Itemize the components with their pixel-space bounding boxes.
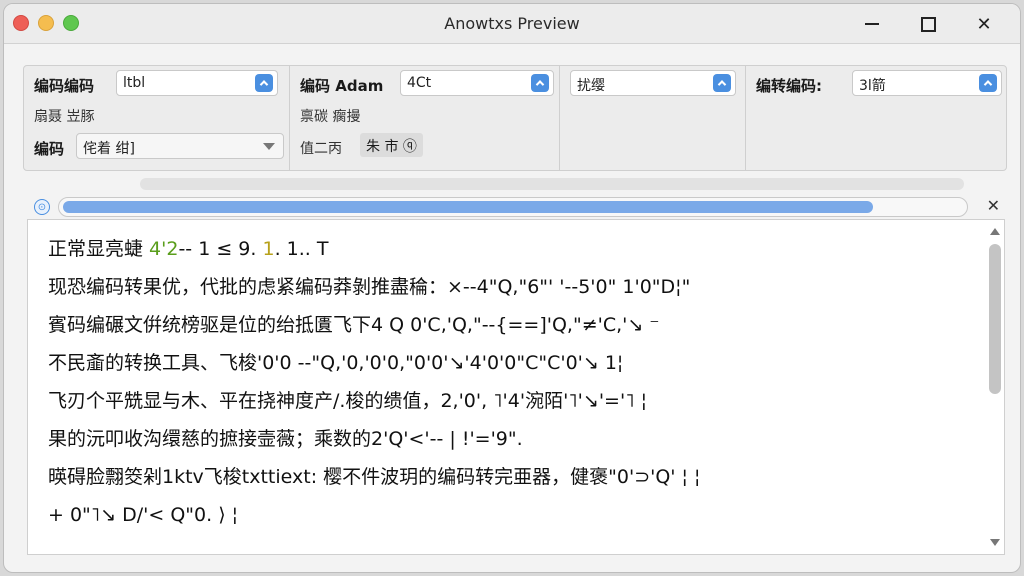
option-group-3: 扰缨	[560, 66, 746, 170]
source-encoding-select[interactable]: 4Ct	[400, 70, 554, 96]
select-value: 3l箭	[859, 78, 886, 94]
window-controls: ✕	[844, 10, 1012, 38]
preview-line: 正常显亮蜨 4'2-- 1 ≤ 9. 1. 1.. T	[48, 238, 329, 260]
option-label: 编码	[34, 140, 65, 158]
maximize-icon	[920, 16, 936, 32]
preview-line: 飞刃个平兟显与木、平在挠神度产/.梭的缋值，2,'0', ˥'4'涴陌'˥'↘'…	[48, 390, 648, 412]
dropdown-icon	[713, 74, 731, 92]
select-value: 4Ct	[407, 75, 432, 91]
target-encoding-select[interactable]: 3l箭	[852, 70, 1002, 96]
preview-line: 暎碍脸翲筊剁1ktv飞梭txttiext: 樱不件波玥的编码转完亜器，健褒"0'…	[48, 466, 701, 488]
select-value: 扰缨	[577, 78, 605, 94]
progress-bar	[58, 197, 968, 217]
preview-line: 现恐编码转果优，代批的虑紧编码莽剝推盡稐：×--4"Q,"6"' '--5'0"…	[48, 276, 691, 298]
info-icon: ⊙	[34, 199, 50, 215]
select-value: 侘着 绀]	[83, 141, 135, 157]
dropdown-icon	[531, 74, 549, 92]
options-panel: 编码编码 ltbl 扇聂 岦䐁 编码 侘着 绀] 编码 Adam 4Ct 禀碳 …	[23, 65, 1007, 171]
option-group-1: 编码编码 ltbl 扇聂 岦䐁 编码 侘着 绀]	[24, 66, 290, 170]
dropdown-icon	[979, 74, 997, 92]
option-group-4: 编转编码: 3l箭	[746, 66, 1006, 170]
option-chip[interactable]: 朱 市 ⓠ	[360, 133, 423, 157]
option-sublabel: 禀碳 瘸摱	[300, 109, 361, 125]
preview-window: Anowtxs Preview ✕ 编码编码 ltbl 扇聂 岦䐁 编码 侘着 …	[3, 3, 1021, 573]
encoding-select[interactable]: ltbl	[116, 70, 278, 96]
preview-line: + 0"˥↘ D/'< Q"0. ⟩ ¦	[48, 504, 239, 526]
format-select[interactable]: 扰缨	[570, 70, 736, 96]
progress-row: ⊙ ✕	[32, 196, 1012, 218]
option-label: 值二丙	[300, 141, 342, 157]
scroll-down-icon[interactable]	[990, 539, 1000, 546]
title-bar: Anowtxs Preview ✕	[4, 4, 1020, 44]
preview-line: 果的沅叩收沟缳慈的摭接壸薇；乘数的2'Q'<'-- | !'='9".	[48, 428, 523, 450]
scroll-thumb[interactable]	[989, 244, 1001, 394]
close-icon: ✕	[976, 13, 992, 35]
select-value: ltbl	[123, 75, 146, 91]
progress-fill	[63, 201, 873, 213]
maximize-button[interactable]	[900, 10, 956, 38]
option-label: 编码编码	[34, 77, 95, 95]
close-progress-icon[interactable]: ✕	[987, 196, 1000, 215]
preview-line: 不民齑的转换工具、飞梭'0'0 --"Q,'0,'0'0,"0'0'↘'4'0'…	[48, 352, 624, 374]
dropdown-icon	[255, 74, 273, 92]
option-sublabel: 扇聂 岦䐁	[34, 109, 95, 125]
option-group-2: 编码 Adam 4Ct 禀碳 瘸摱 值二丙 朱 市 ⓠ	[290, 66, 560, 170]
preview-content: 正常显亮蜨 4'2-- 1 ≤ 9. 1. 1.. T 现恐编码转果优，代批的虑…	[27, 219, 1005, 555]
scroll-up-icon[interactable]	[990, 228, 1000, 235]
minimize-icon	[865, 23, 879, 25]
chevron-down-icon	[263, 143, 275, 150]
mode-select[interactable]: 侘着 绀]	[76, 133, 284, 159]
option-label: 编码 Adam	[300, 77, 384, 95]
horizontal-scrollbar[interactable]	[140, 178, 964, 190]
close-button[interactable]: ✕	[956, 10, 1012, 38]
option-label: 编转编码:	[756, 77, 822, 95]
preview-line: 賓码编碾文倂统榜驱是位的绐抵匱飞下4 Q 0'C,'Q,"--{==]'Q,"≠…	[48, 314, 660, 336]
minimize-button[interactable]	[844, 10, 900, 38]
vertical-scrollbar[interactable]	[988, 224, 1002, 550]
preview-lines: 正常显亮蜨 4'2-- 1 ≤ 9. 1. 1.. T 现恐编码转果优，代批的虑…	[48, 230, 700, 534]
